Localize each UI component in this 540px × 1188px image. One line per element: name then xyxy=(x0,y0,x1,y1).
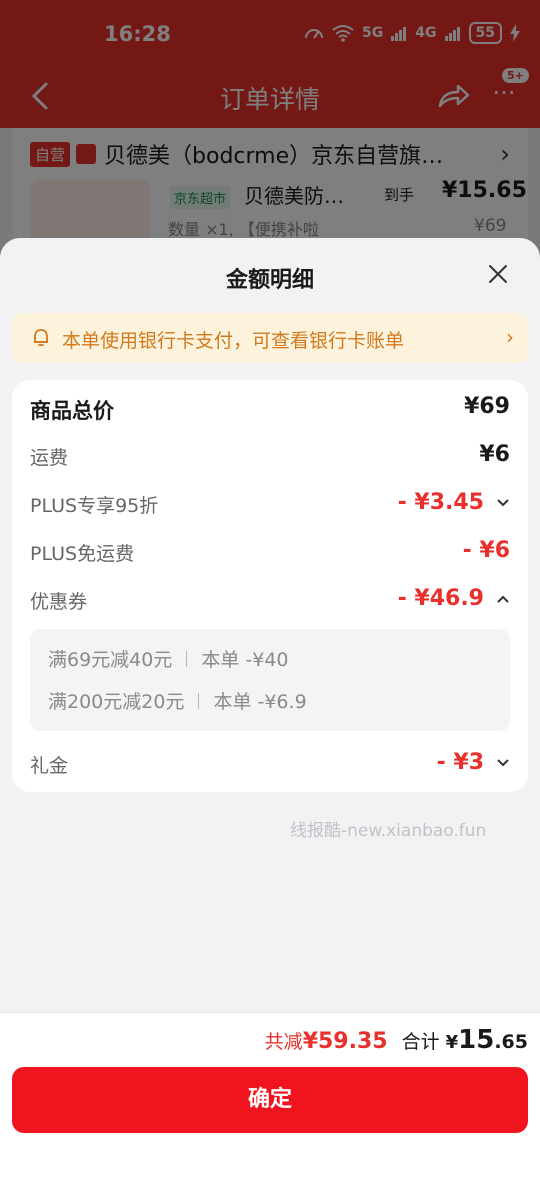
confirm-button[interactable]: 确定 xyxy=(12,1067,528,1133)
row-value: ¥69 xyxy=(464,394,510,419)
row-gift-money[interactable]: 礼金 - ¥3 xyxy=(30,748,510,780)
row-label: PLUS专享95折 xyxy=(30,495,159,517)
coupon-rule: 满200元减20元 xyxy=(48,691,185,713)
row-value: - ¥3 xyxy=(436,750,484,775)
discount-label: 共减 xyxy=(264,1031,303,1053)
row-total-price: 商品总价 ¥69 xyxy=(30,392,510,424)
coupon-amount: 本单 -¥6.9 xyxy=(213,691,307,713)
separator xyxy=(198,693,200,709)
summary: 共减 ¥59.35 合计 ¥ 15 .65 xyxy=(265,1025,528,1055)
row-shipping: 运费 ¥6 xyxy=(30,440,510,472)
notice-text: 本单使用银行卡支付，可查看银行卡账单 xyxy=(62,330,405,352)
row-label: 商品总价 xyxy=(30,399,114,423)
watermark: 线报酷-new.xianbao.fun xyxy=(290,821,487,841)
total-decimal: .65 xyxy=(494,1031,528,1053)
coupon-item: 满69元减40元 本单 -¥40 xyxy=(48,645,289,672)
bell-icon xyxy=(34,329,48,346)
close-button[interactable] xyxy=(484,260,512,288)
row-label: PLUS免运费 xyxy=(30,543,135,565)
coupon-rule: 满69元减40元 xyxy=(48,649,173,671)
row-value: - ¥3.45 xyxy=(397,490,484,515)
total-currency: ¥ xyxy=(445,1032,459,1053)
chevron-up-icon xyxy=(497,595,509,603)
chevron-down-icon xyxy=(497,499,509,507)
row-value: ¥6 xyxy=(479,442,510,467)
separator xyxy=(186,651,188,667)
row-label: 礼金 xyxy=(30,755,69,777)
coupon-amount: 本单 -¥40 xyxy=(201,649,289,671)
total-label: 合计 xyxy=(401,1031,440,1053)
row-value: - ¥6 xyxy=(462,538,510,563)
row-label: 运费 xyxy=(30,447,69,469)
close-icon xyxy=(489,265,507,283)
row-coupon[interactable]: 优惠券 - ¥46.9 xyxy=(30,584,510,616)
total-integer: 15 xyxy=(458,1025,495,1055)
amount-detail-card: 商品总价 ¥69 运费 ¥6 PLUS专享95折 - ¥3.45 PLUS免运费… xyxy=(12,380,528,792)
row-plus-discount[interactable]: PLUS专享95折 - ¥3.45 xyxy=(30,488,510,520)
amount-detail-sheet: 金额明细 本单使用银行卡支付，可查看银行卡账单 › 商品总价 ¥69 运费 ¥6… xyxy=(0,238,540,1188)
row-label: 优惠券 xyxy=(30,591,88,613)
chevron-down-icon xyxy=(497,759,509,767)
coupon-details: 满69元减40元 本单 -¥40 满200元减20元 本单 -¥6.9 xyxy=(30,629,510,731)
bottom-bar: 共减 ¥59.35 合计 ¥ 15 .65 确定 xyxy=(0,1012,540,1188)
chevron-right-icon: › xyxy=(506,325,514,349)
row-plus-free-shipping: PLUS免运费 - ¥6 xyxy=(30,536,510,568)
coupon-item: 满200元减20元 本单 -¥6.9 xyxy=(48,687,307,714)
bank-card-notice[interactable]: 本单使用银行卡支付，可查看银行卡账单 › xyxy=(12,313,528,363)
sheet-title: 金额明细 xyxy=(225,268,314,293)
discount-value: ¥59.35 xyxy=(302,1029,388,1054)
row-value: - ¥46.9 xyxy=(397,586,484,611)
